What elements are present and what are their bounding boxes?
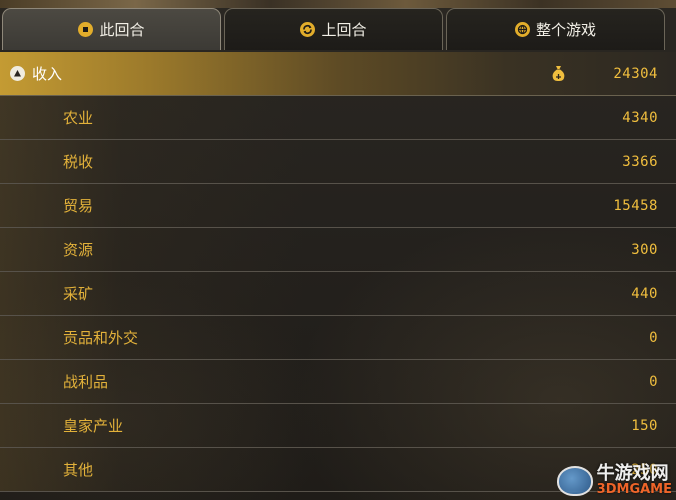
table-row: 资源 300 [0,228,676,272]
table-row: 贡品和外交 0 [0,316,676,360]
row-value: 3366 [622,153,658,170]
table-row: 贸易 15458 [0,184,676,228]
table-row: 农业 4340 [0,96,676,140]
money-bag-icon [551,65,566,82]
row-label: 战利品 [63,373,109,391]
mascot-logo-icon [556,465,593,496]
row-value: 0 [649,329,658,346]
tab-last-turn[interactable]: 上回合 [224,8,443,50]
collapse-triangle-icon[interactable] [10,66,25,81]
income-panel: 此回合 上回合 整个游戏 收入 24304 农业 4340 税收 3366 贸易… [0,0,676,500]
row-label: 税收 [63,153,94,171]
table-row: 采矿 440 [0,272,676,316]
row-label: 资源 [63,241,94,259]
row-label: 其他 [63,461,94,479]
globe-icon [514,22,530,37]
row-label: 采矿 [63,285,94,303]
row-value: 0 [649,373,658,390]
tab-this-turn[interactable]: 此回合 [2,8,221,50]
row-value: 300 [631,241,658,258]
watermark-text: 牛游戏网 3DMGAME [596,463,672,497]
table-row: 皇家产业 150 [0,404,676,448]
top-decorative-strip [0,0,676,8]
table-row: 税收 3366 [0,140,676,184]
tab-last-turn-label: 上回合 [321,21,367,39]
row-label: 贸易 [63,197,94,215]
row-label: 农业 [63,109,94,127]
tab-whole-game[interactable]: 整个游戏 [446,8,665,50]
site-watermark: 牛游戏网 3DMGAME [556,463,672,497]
tab-whole-game-label: 整个游戏 [535,21,596,39]
row-label: 皇家产业 [63,417,124,435]
row-label: 贡品和外交 [63,329,139,347]
watermark-sub-text: 3DMGAME [596,482,672,497]
row-value: 150 [631,417,658,434]
income-header-label: 收入 [32,65,63,83]
table-row: 战利品 0 [0,360,676,404]
income-total-value: 24304 [613,65,658,82]
coin-icon [78,22,94,37]
period-tabs: 此回合 上回合 整个游戏 [0,8,676,51]
refresh-icon [300,22,316,37]
row-value: 15458 [613,197,658,214]
watermark-main-text: 牛游戏网 [596,463,669,484]
income-table: 收入 24304 农业 4340 税收 3366 贸易 15458 资源 300… [0,52,676,492]
row-value: 4340 [622,109,658,126]
tab-this-turn-label: 此回合 [99,21,145,39]
income-header-row[interactable]: 收入 24304 [0,52,676,96]
row-value: 440 [631,285,658,302]
